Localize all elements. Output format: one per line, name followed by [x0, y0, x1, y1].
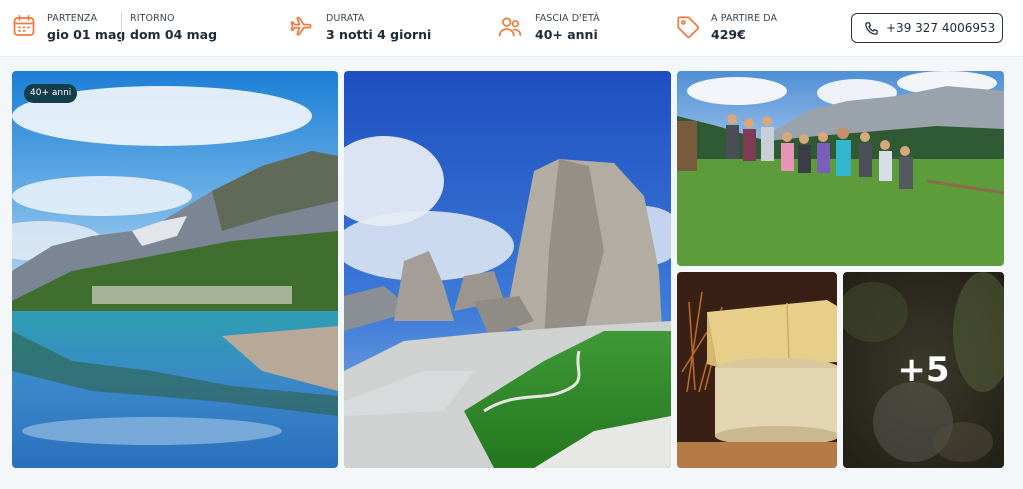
return-date: dom 04 mag [130, 27, 218, 42]
divider [121, 12, 122, 45]
price-tag-icon [675, 14, 701, 44]
phone-icon [864, 21, 879, 40]
calendar-icon [12, 14, 36, 42]
duration-label: DURATA [326, 13, 365, 24]
cheese-photo[interactable] [677, 272, 837, 468]
trip-info-bar: PARTENZA gio 01 mag RITORNO dom 04 mag D… [0, 0, 1023, 57]
call-button[interactable]: +39 327 4006953 [851, 13, 1003, 43]
age-badge: 40+ anni [24, 84, 78, 103]
age-value: 40+ anni [535, 27, 598, 42]
airplane-icon [288, 14, 314, 44]
return-label: RITORNO [130, 13, 175, 24]
lake-photo[interactable] [12, 71, 338, 468]
age-label: FASCIA D'ETÀ [535, 13, 600, 24]
price-label: A PARTIRE DA [711, 13, 778, 24]
hikers-group-photo[interactable] [677, 71, 1004, 266]
rock-tower-photo[interactable] [344, 71, 671, 468]
group-icon [497, 14, 523, 44]
more-photos-count[interactable]: +5 [843, 272, 1004, 468]
duration-value: 3 notti 4 giorni [326, 27, 432, 42]
departure-date: gio 01 mag [47, 27, 126, 42]
phone-number: +39 327 4006953 [886, 21, 996, 35]
departure-label: PARTENZA [47, 13, 98, 24]
price-value: 429€ [711, 27, 746, 42]
